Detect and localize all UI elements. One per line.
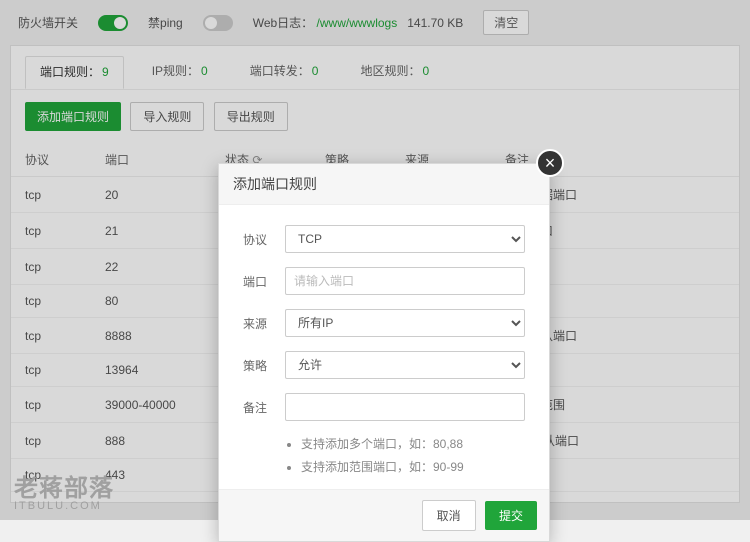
col-proto: 协议	[11, 143, 91, 177]
cell-proto: tcp	[11, 423, 91, 459]
cancel-button[interactable]: 取消	[422, 500, 476, 531]
tab-ip-rules[interactable]: IP规则：0	[138, 56, 222, 89]
tab-port-forward[interactable]: 端口转发：0	[236, 56, 333, 89]
cell-port: 8888	[91, 318, 211, 354]
hints: 支持添加多个端口，如：80,88 支持添加范围端口，如：90-99	[243, 435, 525, 475]
source-select[interactable]: 所有IP	[285, 309, 525, 337]
tab-port-rules[interactable]: 端口规则：9	[25, 56, 124, 89]
toolbar: 添加端口规则 导入规则 导出规则	[11, 90, 739, 143]
hint-item: 支持添加多个端口，如：80,88	[301, 435, 525, 452]
label-proto: 协议	[243, 231, 285, 248]
tabs: 端口规则：9 IP规则：0 端口转发：0 地区规则：0	[11, 46, 739, 90]
policy-select[interactable]: 允许	[285, 351, 525, 379]
cell-proto: tcp	[11, 318, 91, 354]
add-port-rule-modal: 添加端口规则 × 协议 TCP 端口 来源 所有IP 策略	[218, 163, 550, 542]
cell-port: 13964	[91, 354, 211, 387]
weblog-label: Web日志： /www/wwwlogs 141.70 KB	[253, 14, 464, 31]
import-rules-button[interactable]: 导入规则	[130, 102, 204, 131]
cell-proto: tcp	[11, 213, 91, 249]
cell-port: 22	[91, 249, 211, 285]
weblog-size: 141.70 KB	[407, 16, 463, 30]
cell-proto: tcp	[11, 285, 91, 318]
cell-proto: tcp	[11, 354, 91, 387]
cell-port: 888	[91, 423, 211, 459]
cell-proto: tcp	[11, 249, 91, 285]
label-port: 端口	[243, 273, 285, 290]
tab-area-rules[interactable]: 地区规则：0	[346, 56, 443, 89]
cell-proto: tcp	[11, 177, 91, 213]
clear-log-button[interactable]: 清空	[483, 10, 529, 35]
col-port: 端口	[91, 143, 211, 177]
label-note: 备注	[243, 399, 285, 416]
note-input[interactable]	[285, 393, 525, 421]
hint-item: 支持添加范围端口，如：90-99	[301, 458, 525, 475]
cell-proto: tcp	[11, 387, 91, 423]
proto-select[interactable]: TCP	[285, 225, 525, 253]
cell-port: 21	[91, 213, 211, 249]
firewall-switch[interactable]	[98, 15, 128, 31]
ping-switch[interactable]	[203, 15, 233, 31]
topbar: 防火墙开关 禁ping Web日志： /www/wwwlogs 141.70 K…	[0, 0, 750, 45]
add-port-rule-button[interactable]: 添加端口规则	[25, 102, 121, 131]
cell-port: 39000-40000	[91, 387, 211, 423]
label-source: 来源	[243, 315, 285, 332]
firewall-switch-label: 防火墙开关	[18, 14, 78, 31]
ping-switch-label: 禁ping	[148, 14, 183, 31]
label-policy: 策略	[243, 357, 285, 374]
export-rules-button[interactable]: 导出规则	[214, 102, 288, 131]
watermark: 老蒋部落 ITBULU.COM	[14, 477, 114, 512]
cell-port: 20	[91, 177, 211, 213]
submit-button[interactable]: 提交	[485, 501, 537, 530]
port-input[interactable]	[285, 267, 525, 295]
cell-port: 80	[91, 285, 211, 318]
modal-title: 添加端口规则	[219, 164, 549, 205]
weblog-path[interactable]: /www/wwwlogs	[317, 16, 398, 30]
close-icon[interactable]: ×	[536, 149, 564, 177]
